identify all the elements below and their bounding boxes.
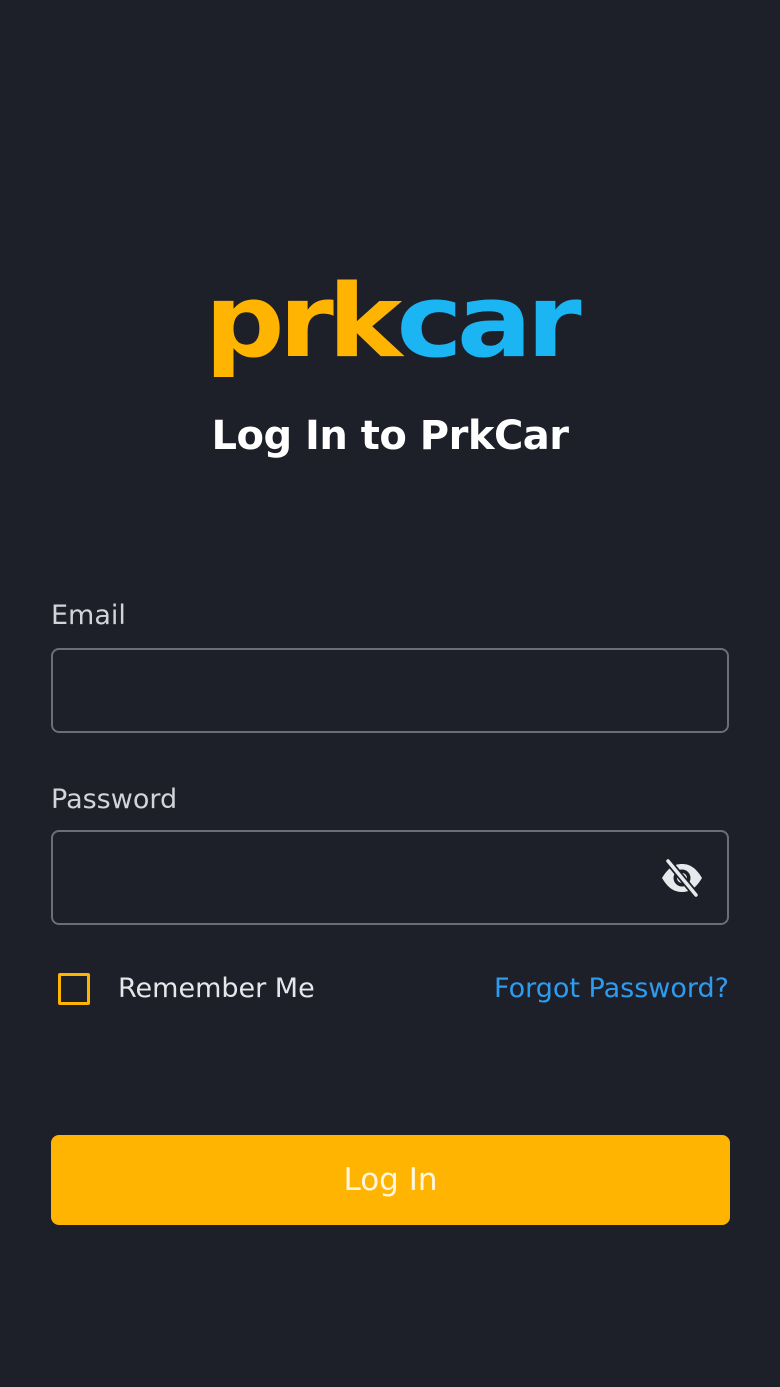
forgot-password-link[interactable]: Forgot Password?: [494, 969, 729, 1009]
logo-text-prk: prk: [204, 263, 402, 381]
logo-text-car: car: [396, 263, 581, 381]
password-visibility-toggle[interactable]: [654, 854, 710, 902]
remember-me-checkbox[interactable]: [58, 973, 90, 1005]
prkcar-logo: prkcar: [0, 268, 780, 376]
eye-off-icon: [662, 858, 702, 898]
page-title: Log In to PrkCar: [211, 413, 569, 459]
remember-me-toggle[interactable]: Remember Me: [58, 969, 315, 1009]
email-label: Email: [51, 600, 126, 631]
password-label: Password: [51, 784, 178, 815]
remember-me-label: Remember Me: [118, 973, 315, 1004]
password-input[interactable]: [51, 830, 729, 925]
email-input[interactable]: [51, 648, 729, 733]
login-screen: prkcar Log In to PrkCar Email Password R…: [0, 0, 780, 1387]
login-button[interactable]: Log In: [51, 1135, 730, 1225]
